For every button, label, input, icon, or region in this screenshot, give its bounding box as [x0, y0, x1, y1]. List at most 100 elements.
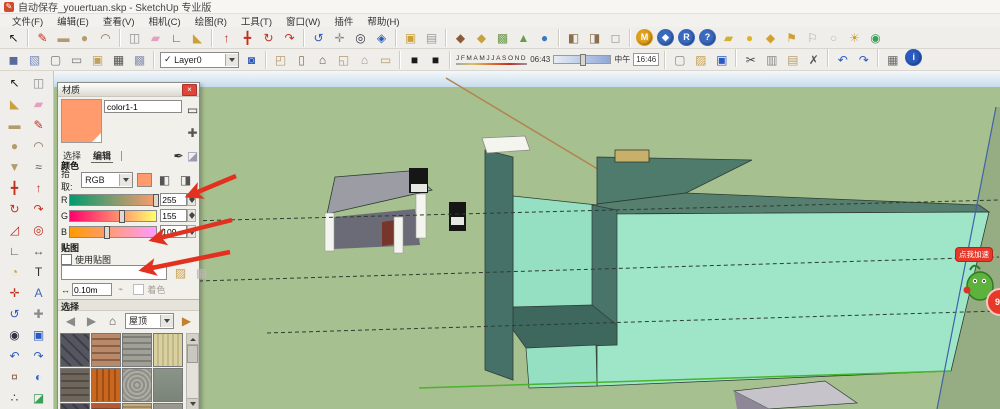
spinner-top-icon[interactable]: ◆ [760, 27, 781, 48]
delete-icon[interactable]: ✗ [803, 49, 824, 70]
menu-camera[interactable]: 相机(C) [142, 14, 186, 28]
green-value-input[interactable] [160, 209, 187, 222]
eraser-tool[interactable]: ▰ [145, 27, 166, 48]
zoom-tool[interactable]: ◉ [3, 324, 27, 345]
green-slider[interactable] [69, 210, 158, 222]
push-pull-tool[interactable]: ↑ [216, 27, 237, 48]
back-view-icon[interactable]: ◱ [333, 49, 354, 70]
shaded-style[interactable]: ▣ [87, 49, 108, 70]
material-thumb-dark-roof[interactable] [60, 403, 90, 409]
orbit-tool[interactable]: ↺ [308, 27, 329, 48]
material-thumb-green-concrete[interactable] [153, 368, 183, 402]
layer-dropdown-arrow[interactable] [225, 54, 238, 66]
building-front-face[interactable] [597, 212, 989, 386]
select-tool[interactable]: ↖ [3, 72, 27, 93]
model-box-icon[interactable]: ◻ [605, 27, 626, 48]
material-thumb-gray-tiles[interactable] [122, 333, 152, 367]
red-value-spinner[interactable] [187, 193, 196, 206]
move-tool[interactable]: ╋ [237, 27, 258, 48]
google-earth-icon[interactable]: ● [534, 27, 555, 48]
zoom-next-tool[interactable]: ↷ [27, 345, 51, 366]
color-wheel-icon[interactable]: ◉ [865, 27, 886, 48]
shed-inner-object[interactable] [382, 220, 395, 246]
black-component-2[interactable] [449, 202, 466, 231]
red-slider[interactable] [69, 194, 158, 206]
circle-tool[interactable]: ● [74, 27, 95, 48]
follow-me-tool[interactable]: ↷ [27, 198, 51, 219]
current-material-swatch[interactable] [61, 99, 102, 143]
material-thumb-slate-shingles[interactable] [60, 333, 90, 367]
texture-size-input[interactable] [72, 283, 112, 296]
material-thumb-dark-shakes[interactable] [60, 368, 90, 402]
open-file-icon[interactable]: ▨ [690, 49, 711, 70]
picker-dropdown[interactable]: RGB [81, 172, 133, 188]
freehand-tool[interactable]: ≈ [27, 156, 51, 177]
thumbnails-scrollbar[interactable] [186, 333, 199, 409]
menu-draw[interactable]: 绘图(R) [189, 14, 233, 28]
orbit-tool[interactable]: ↺ [3, 303, 27, 324]
home-icon[interactable]: ⌂ [102, 310, 123, 331]
tape-measure-tool[interactable]: ∟ [3, 240, 27, 261]
get-models-icon[interactable]: ◆ [450, 27, 471, 48]
colorize-checkbox[interactable] [133, 284, 144, 295]
iso-view-icon[interactable]: ◰ [270, 49, 291, 70]
create-material-icon[interactable]: ✚ [182, 122, 203, 143]
shed-leg-middle[interactable] [394, 217, 403, 253]
browse-texture-icon[interactable]: ▨ [170, 262, 191, 283]
category-dropdown[interactable]: 屋顶 [125, 313, 174, 329]
line-tool[interactable]: ✎ [27, 114, 51, 135]
menu-file[interactable]: 文件(F) [6, 14, 49, 28]
section-plane-tool[interactable]: ◪ [27, 387, 51, 408]
texture-file-input[interactable] [61, 265, 167, 280]
undo-icon[interactable]: ↶ [832, 49, 853, 70]
rooftop-tan-box[interactable] [615, 150, 649, 162]
zoom-tool[interactable]: ◎ [350, 27, 371, 48]
materials-dialog-titlebar[interactable]: 材质 × [58, 83, 199, 97]
secondary-pane-icon[interactable]: ▭ [182, 99, 203, 120]
doorway-inner-face[interactable] [513, 196, 597, 310]
back-edges-style[interactable]: ◼ [3, 49, 24, 70]
material-thumb-gray-roof[interactable] [153, 403, 183, 409]
side-view-icon[interactable]: ▭ [375, 49, 396, 70]
material-thumb-tan-shingles[interactable] [122, 403, 152, 409]
scale-tool[interactable]: ◿ [3, 219, 27, 240]
material-thumb-orange-tiles[interactable] [91, 368, 121, 402]
material-name-input[interactable] [104, 100, 182, 113]
paint-bucket-tool[interactable]: ◣ [187, 27, 208, 48]
g-slider-thumb[interactable] [119, 210, 125, 223]
m-badge-icon[interactable]: M [636, 29, 653, 46]
layer-manager-icon[interactable]: ◙ [241, 49, 262, 70]
arc-tool[interactable]: ◠ [95, 27, 116, 48]
shed-leg-right[interactable] [416, 194, 426, 238]
offset-tool[interactable]: ◎ [27, 219, 51, 240]
scroll-up-icon[interactable] [187, 334, 198, 345]
material-thumb-gravel[interactable] [122, 368, 152, 402]
material-thumb-red-tiles[interactable] [91, 403, 121, 409]
shadow-black-box-icon[interactable]: ■ [425, 49, 446, 70]
help-icon[interactable]: i [905, 49, 922, 66]
green-value-spinner[interactable] [187, 209, 196, 222]
circle-tool[interactable]: ● [3, 135, 27, 156]
scrollbar-thumb[interactable] [187, 345, 198, 363]
menu-plugins[interactable]: 插件 [328, 14, 359, 28]
zoom-extents-tool[interactable]: ◈ [371, 27, 392, 48]
back-icon[interactable]: ◀ [60, 310, 81, 331]
follow-me-tool[interactable]: ↷ [279, 27, 300, 48]
save-file-icon[interactable]: ▣ [711, 49, 732, 70]
detail-arrow-icon[interactable]: ▶ [176, 310, 197, 331]
rotate-tool[interactable]: ↻ [3, 198, 27, 219]
eraser-tool[interactable]: ▰ [27, 93, 51, 114]
dimension-tool[interactable]: ↔ [27, 240, 51, 261]
make-component-tool[interactable]: ◫ [27, 72, 51, 93]
menu-window[interactable]: 窗口(W) [280, 14, 326, 28]
position-camera-tool[interactable]: ¤ [3, 366, 27, 387]
text-tool[interactable]: T [27, 261, 51, 282]
add-location-icon[interactable]: ▩ [492, 27, 513, 48]
pillar-white-cap[interactable] [482, 136, 530, 153]
rotate-tool[interactable]: ↻ [258, 27, 279, 48]
shadow-time-slider[interactable] [553, 55, 611, 64]
question-badge-icon[interactable]: ? [699, 29, 716, 46]
tape-measure-tool[interactable]: ∟ [166, 27, 187, 48]
red-value-input[interactable] [160, 193, 187, 206]
tag-icon[interactable]: ▰ [718, 27, 739, 48]
